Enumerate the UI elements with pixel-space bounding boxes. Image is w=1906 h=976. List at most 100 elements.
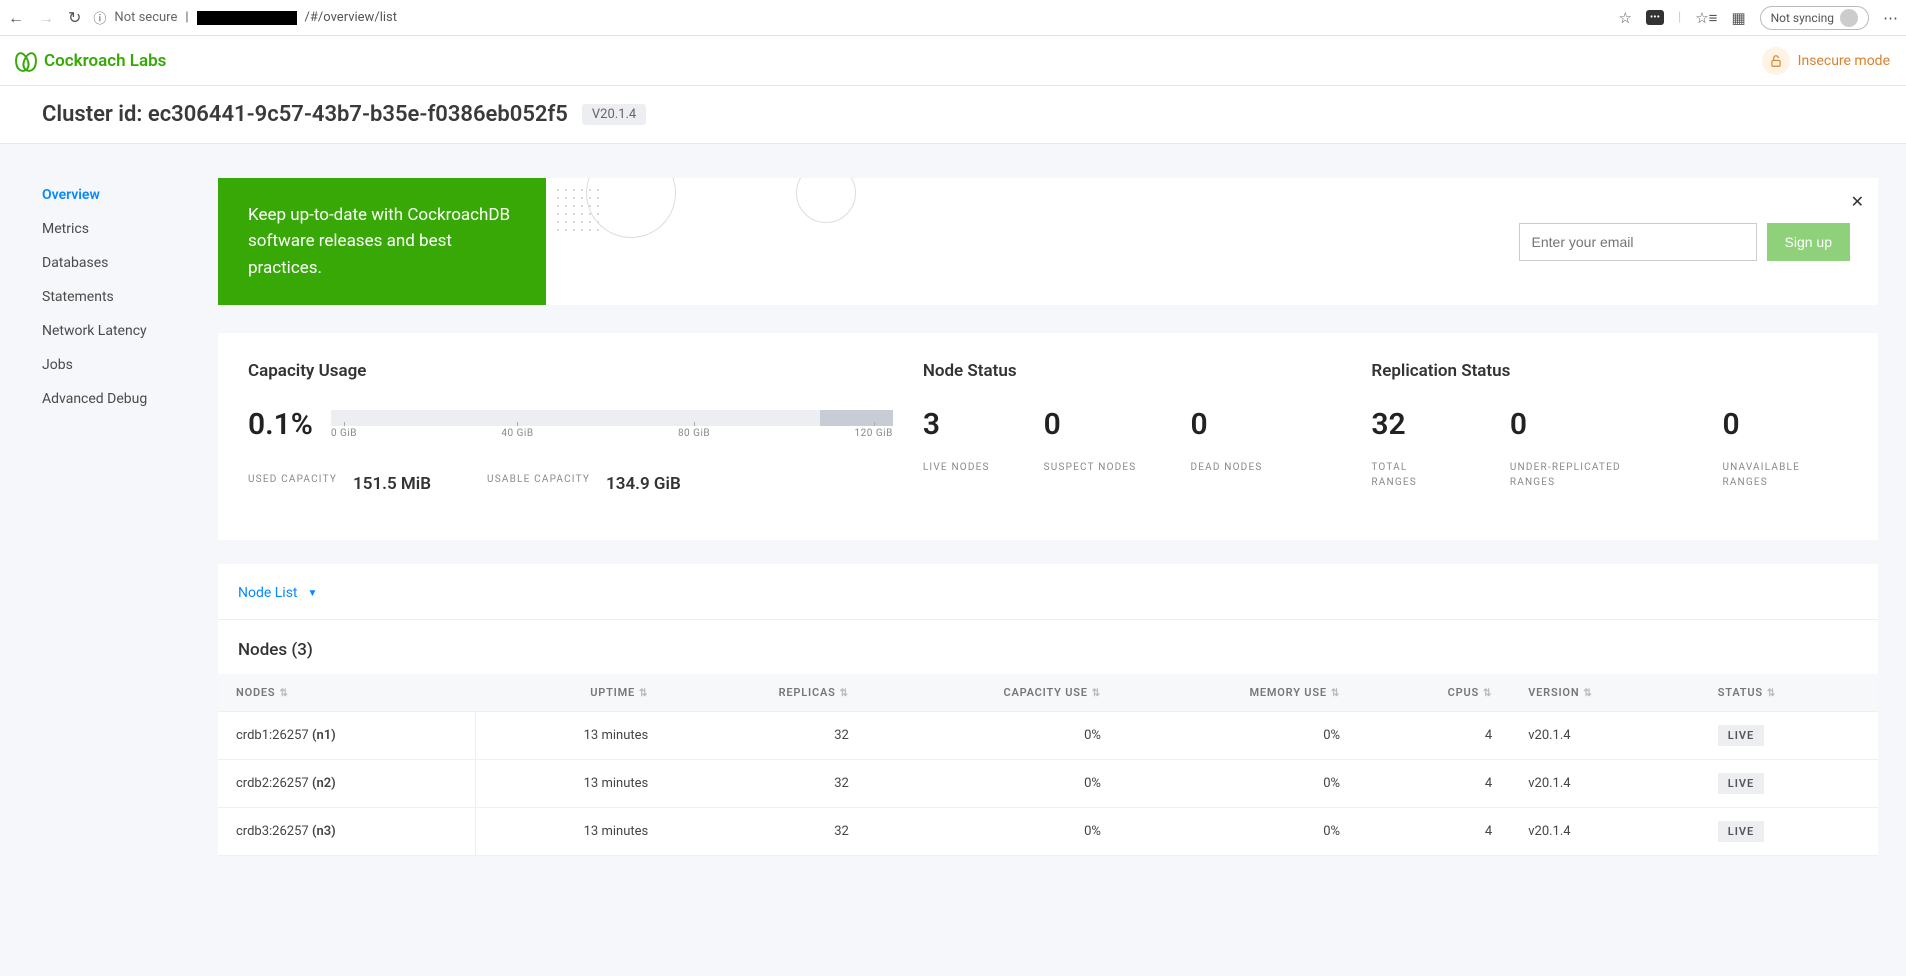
used-capacity-value: 151.5 MiB [353, 474, 431, 494]
sort-icon: ⇅ [639, 688, 648, 699]
cell-status: LIVE [1700, 808, 1878, 856]
sort-icon: ⇅ [1583, 688, 1592, 699]
collections-icon[interactable]: ▦ [1731, 9, 1745, 27]
cell-uptime: 13 minutes [475, 712, 666, 760]
nodes-heading: Nodes (3) [218, 620, 1878, 674]
unavailable-ranges-count: 0 [1722, 407, 1848, 442]
address-bar[interactable]: ⓘ Not secure | /#/overview/list [93, 8, 1606, 27]
table-row[interactable]: crdb1:26257 (n1)13 minutes320%0%4v20.1.4… [218, 712, 1878, 760]
page-title: Cluster id: ec306441-9c57-43b7-b35e-f038… [42, 102, 568, 127]
column-header-cpus[interactable]: CPUS⇅ [1358, 674, 1510, 712]
forward-icon[interactable]: → [38, 8, 54, 28]
cell-node: crdb2:26257 (n2) [218, 760, 475, 808]
cell-version: v20.1.4 [1510, 760, 1700, 808]
table-row[interactable]: crdb2:26257 (n2)13 minutes320%0%4v20.1.4… [218, 760, 1878, 808]
capacity-bar [331, 410, 893, 426]
column-header-capacity-use[interactable]: CAPACITY USE⇅ [867, 674, 1119, 712]
cell-cpus: 4 [1358, 760, 1510, 808]
column-header-uptime[interactable]: UPTIME⇅ [475, 674, 666, 712]
not-secure-label: Not secure [114, 10, 177, 25]
cell-cpus: 4 [1358, 808, 1510, 856]
cell-memory: 0% [1119, 808, 1358, 856]
status-badge: LIVE [1718, 821, 1764, 842]
column-header-status[interactable]: STATUS⇅ [1700, 674, 1878, 712]
refresh-icon[interactable]: ↻ [68, 8, 81, 27]
sort-icon: ⇅ [840, 688, 849, 699]
cell-memory: 0% [1119, 712, 1358, 760]
sidebar: OverviewMetricsDatabasesStatementsNetwor… [0, 144, 218, 896]
column-header-memory-use[interactable]: MEMORY USE⇅ [1119, 674, 1358, 712]
lock-icon [1762, 47, 1790, 75]
sort-icon: ⇅ [279, 688, 288, 699]
capacity-usage-title: Capacity Usage [248, 361, 893, 381]
avatar-icon [1840, 9, 1858, 27]
cell-status: LIVE [1700, 712, 1878, 760]
column-header-replicas[interactable]: REPLICAS⇅ [666, 674, 867, 712]
cell-capacity: 0% [867, 808, 1119, 856]
usable-capacity-value: 134.9 GiB [606, 474, 681, 494]
signup-banner: Keep up-to-date with CockroachDB softwar… [218, 178, 1878, 305]
sidebar-item-metrics[interactable]: Metrics [42, 212, 218, 246]
sort-icon: ⇅ [1331, 688, 1340, 699]
under-replicated-count: 0 [1510, 407, 1669, 442]
cell-version: v20.1.4 [1510, 712, 1700, 760]
favorites-list-icon[interactable]: ☆≡ [1695, 9, 1717, 27]
total-ranges-count: 32 [1371, 407, 1455, 442]
cell-replicas: 32 [666, 808, 867, 856]
cell-version: v20.1.4 [1510, 808, 1700, 856]
node-status-title: Node Status [923, 361, 1372, 381]
cell-capacity: 0% [867, 712, 1119, 760]
usable-capacity-label: USABLE CAPACITY [487, 472, 590, 487]
status-badge: LIVE [1718, 773, 1764, 794]
cockroach-icon [16, 50, 36, 72]
sidebar-item-databases[interactable]: Databases [42, 246, 218, 280]
sidebar-item-jobs[interactable]: Jobs [42, 348, 218, 382]
favorite-icon[interactable]: ☆ [1618, 9, 1631, 27]
sort-icon: ⇅ [1483, 688, 1492, 699]
capacity-tick: 0 GiB [331, 428, 357, 439]
cell-replicas: 32 [666, 760, 867, 808]
unavailable-ranges-label: UNAVAILABLE RANGES [1722, 460, 1848, 490]
nodes-panel: Node List ▼ Nodes (3) NODES⇅UPTIME⇅REPLI… [218, 564, 1878, 856]
cell-capacity: 0% [867, 760, 1119, 808]
capacity-tick: 40 GiB [501, 428, 533, 439]
sidebar-item-statements[interactable]: Statements [42, 280, 218, 314]
app-header: Cockroach Labs Insecure mode [0, 36, 1906, 86]
chevron-down-icon: ▼ [308, 588, 318, 599]
info-icon: ⓘ [93, 8, 106, 27]
status-badge: LIVE [1718, 725, 1764, 746]
email-input[interactable] [1519, 223, 1757, 261]
url-path: /#/overview/list [305, 10, 397, 25]
suspect-nodes-label: SUSPECT NODES [1044, 460, 1137, 475]
close-icon[interactable]: ✕ [1851, 192, 1864, 211]
capacity-tick: 80 GiB [678, 428, 710, 439]
cell-node: crdb1:26257 (n1) [218, 712, 475, 760]
version-badge: V20.1.4 [582, 104, 646, 125]
cell-uptime: 13 minutes [475, 808, 666, 856]
suspect-nodes-count: 0 [1044, 407, 1137, 442]
insecure-mode-indicator: Insecure mode [1762, 47, 1890, 75]
column-header-nodes[interactable]: NODES⇅ [218, 674, 475, 712]
total-ranges-label: TOTAL RANGES [1371, 460, 1455, 490]
banner-message: Keep up-to-date with CockroachDB softwar… [218, 178, 546, 305]
browser-toolbar: ← → ↻ ⓘ Not secure | /#/overview/list ☆ … [0, 0, 1906, 36]
cell-status: LIVE [1700, 760, 1878, 808]
summary-panel: Capacity Usage 0.1% 0 GiB40 GiB80 GiB120… [218, 333, 1878, 540]
cell-cpus: 4 [1358, 712, 1510, 760]
cluster-id-bar: Cluster id: ec306441-9c57-43b7-b35e-f038… [0, 86, 1906, 144]
column-header-version[interactable]: VERSION⇅ [1510, 674, 1700, 712]
sidebar-item-advanced-debug[interactable]: Advanced Debug [42, 382, 218, 416]
cell-memory: 0% [1119, 760, 1358, 808]
sync-status[interactable]: Not syncing [1760, 6, 1869, 30]
live-nodes-label: LIVE NODES [923, 460, 990, 475]
sidebar-item-overview[interactable]: Overview [42, 178, 218, 212]
more-icon[interactable]: ⋯ [1883, 9, 1898, 27]
table-row[interactable]: crdb3:26257 (n3)13 minutes320%0%4v20.1.4… [218, 808, 1878, 856]
back-icon[interactable]: ← [8, 8, 24, 28]
sidebar-item-network-latency[interactable]: Network Latency [42, 314, 218, 348]
signup-button[interactable]: Sign up [1767, 223, 1850, 261]
node-list-dropdown[interactable]: Node List ▼ [238, 585, 317, 601]
extension-badge[interactable]: ••• [1646, 10, 1664, 25]
brand-logo[interactable]: Cockroach Labs [16, 50, 166, 72]
used-capacity-label: USED CAPACITY [248, 472, 337, 487]
